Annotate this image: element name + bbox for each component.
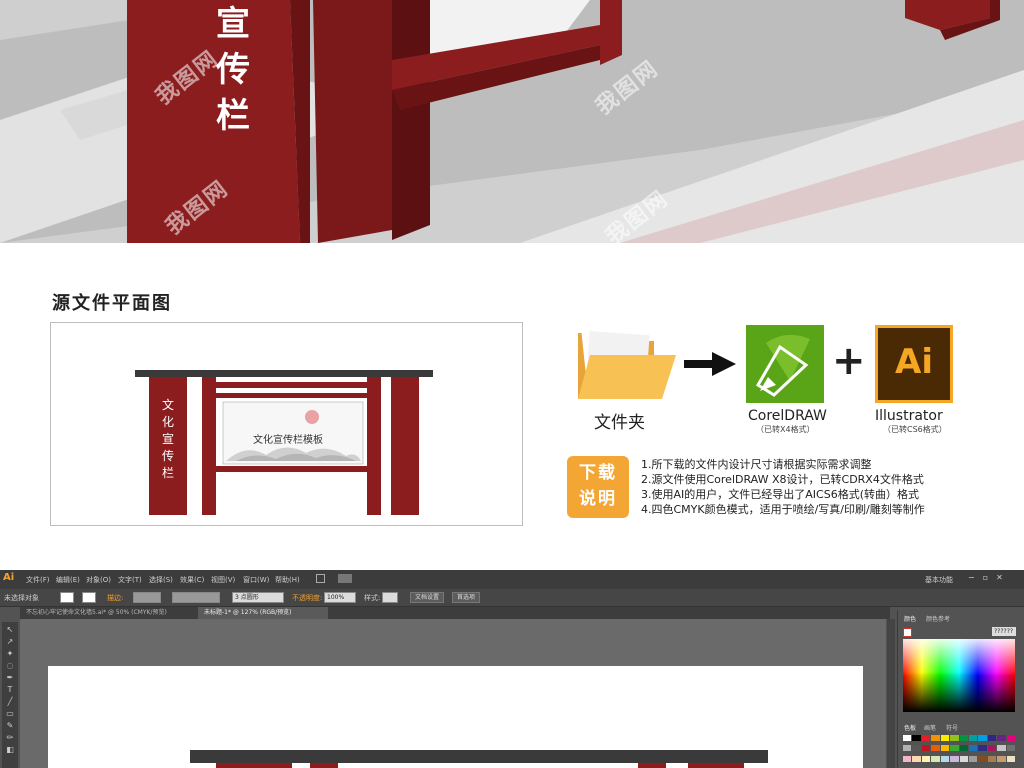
type-tool-icon[interactable]: T	[4, 684, 16, 695]
coreldraw-sublabel: （已转X4格式）	[756, 425, 815, 434]
preferences-button[interactable]: 首选项	[452, 592, 481, 603]
app-logo: Ai	[3, 572, 15, 583]
note-line: 2.源文件使用CorelDRAW X8设计，已转CDRX4文件格式	[641, 473, 924, 486]
plan-vertical-char: 化	[161, 415, 174, 429]
menu-edit[interactable]: 编辑(E)	[56, 575, 80, 585]
note-line: 4.四色CMYK颜色模式，适用于喷绘/写真/印刷/雕刻等制作	[641, 503, 925, 516]
download-notes: 1.所下载的文件内设计尺寸请根据实际需求调整 2.源文件使用CorelDRAW …	[641, 457, 925, 517]
artboard[interactable]	[48, 666, 863, 768]
tab-color[interactable]: 颜色	[904, 614, 916, 623]
note-line: 3.使用AI的用户，文件已经导出了AICS6格式(转曲）格式	[641, 488, 919, 501]
tab-swatches[interactable]: 色板	[904, 723, 916, 732]
plan-drawing-frame: 文 化 宣 传 栏 文化宣传栏模板	[50, 322, 523, 526]
tab-doc-1[interactable]: 不忘初心牢记使命文化墙5.ai* @ 50% (CMYK/预览)	[20, 607, 198, 619]
direct-selection-tool-icon[interactable]: ↗	[4, 636, 16, 647]
render-3d-preview: 宣 传 栏 我图网 我图网 我图网 我图网	[0, 0, 1024, 243]
style-swatch[interactable]	[382, 592, 398, 603]
artboard-drawing	[190, 750, 768, 768]
fill-swatch[interactable]	[60, 592, 74, 603]
sign-vertical-text-3: 栏	[216, 96, 250, 136]
download-badge-line2: 说明	[579, 489, 617, 509]
illustrator-label: Illustrator	[875, 408, 943, 424]
menu-effect[interactable]: 效果(C)	[180, 575, 204, 585]
hex-field[interactable]: ??????	[992, 627, 1016, 636]
document-setup-button[interactable]: 文档设置	[410, 592, 445, 603]
arrange-docs-icon[interactable]	[338, 574, 352, 583]
no-selection-label: 未选择对象	[4, 594, 39, 602]
color-panel: 颜色 颜色参考 ?????? 色板 画笔 符号	[897, 610, 1024, 768]
bridge-icon[interactable]	[316, 574, 325, 583]
canvas-area[interactable]	[20, 619, 886, 768]
plan-panel-label: 文化宣传栏模板	[253, 435, 323, 446]
opacity-label[interactable]: 不透明度:	[292, 593, 322, 603]
menu-object[interactable]: 对象(O)	[86, 575, 111, 585]
section-title: 源文件平面图	[52, 293, 172, 314]
swatch-grid[interactable]	[903, 735, 1015, 765]
coreldraw-icon	[746, 325, 824, 403]
plan-vertical-char: 宣	[161, 432, 174, 446]
download-badge-line1: 下载	[579, 463, 617, 483]
illustrator-sublabel: （已转CS6格式）	[883, 425, 947, 434]
brush-tool-icon[interactable]: ✎	[4, 720, 16, 731]
stroke-label[interactable]: 描边:	[107, 593, 123, 603]
stroke-swatch[interactable]	[82, 592, 96, 603]
vertical-scrollbar[interactable]	[887, 619, 895, 768]
document-tabs: 不忘初心牢记使命文化墙5.ai* @ 50% (CMYK/预览) 未标题-1* …	[20, 607, 890, 619]
render-scene	[0, 0, 1024, 243]
control-bar: 未选择对象 描边: 3 点圆形 不透明度: 100% 样式: 文档设置 首选项	[0, 589, 1024, 607]
menu-view[interactable]: 视图(V)	[211, 575, 235, 585]
selection-tool-icon[interactable]: ↖	[4, 624, 16, 635]
tab-symbols[interactable]: 符号	[946, 723, 958, 732]
color-spectrum[interactable]	[903, 639, 1015, 712]
sign-vertical-text-1: 宣	[216, 4, 250, 44]
menu-window[interactable]: 窗口(W)	[243, 575, 269, 585]
illustrator-window: Ai 文件(F) 编辑(E) 对象(O) 文字(T) 选择(S) 效果(C) 视…	[0, 570, 1024, 768]
pen-tool-icon[interactable]: ✒	[4, 672, 16, 683]
folder-label: 文件夹	[594, 413, 645, 433]
menu-help[interactable]: 帮助(H)	[275, 575, 300, 585]
variable-width-field[interactable]	[172, 592, 220, 603]
eraser-tool-icon[interactable]: ◧	[4, 744, 16, 755]
window-controls[interactable]: −▫✕	[968, 573, 1018, 585]
brush-definition[interactable]: 3 点圆形	[232, 592, 284, 603]
illustrator-icon: Ai	[875, 325, 953, 403]
magic-wand-tool-icon[interactable]: ✦	[4, 648, 16, 659]
menu-bar: Ai 文件(F) 编辑(E) 对象(O) 文字(T) 选择(S) 效果(C) 视…	[0, 570, 1024, 589]
plan-drawing	[135, 370, 433, 515]
plus-sign: +	[832, 338, 866, 384]
plan-vertical-char: 传	[161, 449, 174, 463]
menu-select[interactable]: 选择(S)	[149, 575, 173, 585]
tab-color-guide[interactable]: 颜色参考	[926, 614, 950, 623]
workspace-switcher[interactable]: 基本功能	[925, 575, 953, 585]
tab-brushes[interactable]: 画笔	[924, 723, 936, 732]
rectangle-tool-icon[interactable]: ▭	[4, 708, 16, 719]
source-file-section: 源文件平面图 文 化 宣 传 栏 文化宣传栏模板 文件夹 CorelDRAW （…	[0, 243, 1024, 570]
menu-type[interactable]: 文字(T)	[118, 575, 142, 585]
style-label: 样式:	[364, 594, 381, 602]
coreldraw-label: CorelDRAW	[748, 408, 827, 424]
tools-panel: ↖ ↗ ✦ ◌ ✒ T ╱ ▭ ✎ ✏ ◧	[2, 622, 18, 768]
pencil-tool-icon[interactable]: ✏	[4, 732, 16, 743]
arrow-right-icon	[684, 352, 736, 376]
note-line: 1.所下载的文件内设计尺寸请根据实际需求调整	[641, 458, 872, 471]
fill-stroke-icon[interactable]	[903, 628, 912, 637]
folder-icon	[578, 326, 676, 399]
poster-root: { "render": { "sign_vertical_text": ["宣"…	[0, 0, 1024, 768]
lasso-tool-icon[interactable]: ◌	[4, 660, 16, 671]
plan-vertical-char: 栏	[161, 466, 174, 480]
menu-file[interactable]: 文件(F)	[26, 575, 50, 585]
line-tool-icon[interactable]: ╱	[4, 696, 16, 707]
plan-vertical-char: 文	[161, 398, 174, 412]
stroke-weight-field[interactable]	[133, 592, 161, 603]
tab-doc-2[interactable]: 未标题-1* @ 127% (RGB/预览)	[198, 607, 328, 619]
opacity-field[interactable]: 100%	[324, 592, 356, 603]
download-badge: 下载 说明	[567, 456, 629, 518]
